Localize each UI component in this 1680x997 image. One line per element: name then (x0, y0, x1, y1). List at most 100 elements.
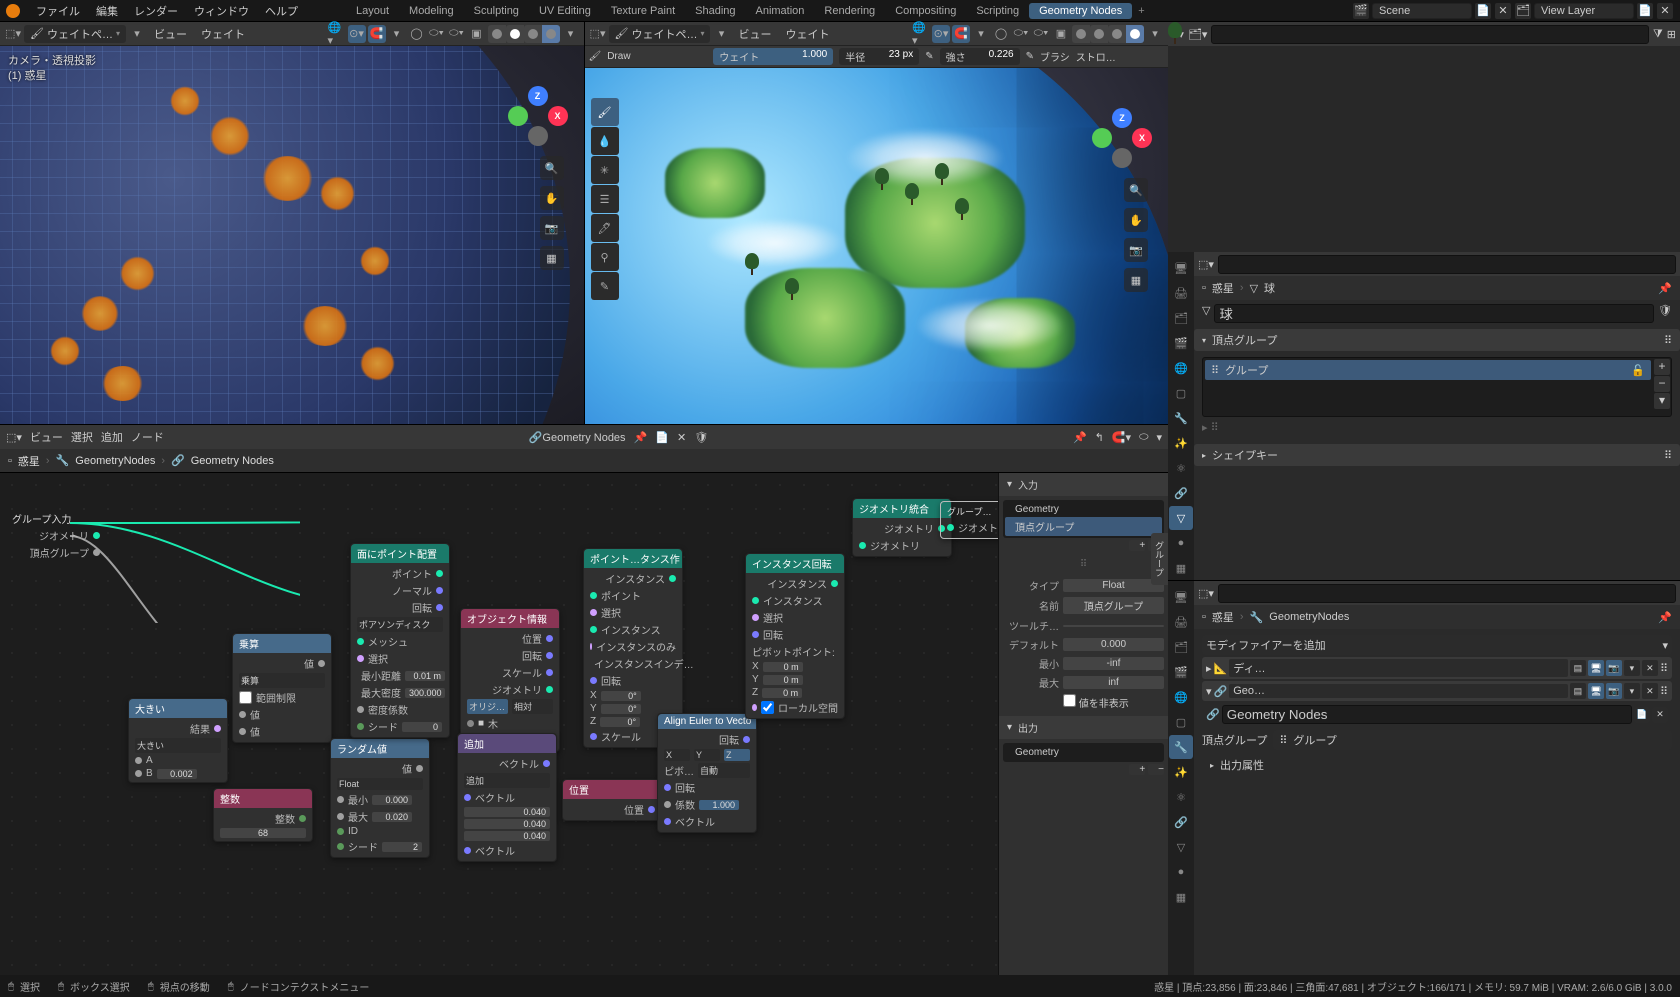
modifier-row[interactable]: ▾🔗 Geo… ▤ 🖥 📷 ▾✕⠿ (1202, 681, 1672, 701)
breadcrumb-group[interactable]: Geometry Nodes (191, 455, 274, 467)
mod-realtime-icon[interactable]: 🖥 (1588, 660, 1604, 676)
ne-pin-icon[interactable]: 📌 (1073, 431, 1087, 444)
fake-user-icon[interactable]: 🛡 (694, 431, 708, 444)
ne-menu-node[interactable]: ノード (131, 429, 164, 445)
pan-icon[interactable]: ✋ (1124, 208, 1148, 232)
snap-type-icon[interactable]: ▾ (388, 25, 406, 43)
outliner-scene-collection[interactable]: ▾ シーンコレクション (1168, 24, 1182, 44)
menu-file[interactable]: ファイル (28, 3, 88, 19)
mode-dropdown[interactable]: 🖌ウェイトペ…▾ (609, 25, 711, 43)
menu-window[interactable]: ウィンドウ (186, 3, 257, 19)
brush-preset[interactable]: 🖌 (589, 51, 602, 62)
viewlayer-delete-icon[interactable]: ✕ (1657, 3, 1673, 19)
workspace-tab[interactable]: Compositing (885, 3, 966, 19)
side-input-item[interactable]: Geometry (1005, 502, 1162, 517)
outliner-display-icon[interactable]: 🗂▾ (1188, 28, 1208, 41)
zoom-icon[interactable]: 🔍 (1124, 178, 1148, 202)
node-canvas[interactable]: グループ入力 ジオメトリ 頂点グループ 乗算 値 乗算 範囲制限 値 値 (0, 473, 1168, 975)
workspace-tab[interactable]: UV Editing (529, 3, 601, 19)
ne-menu-add[interactable]: 追加 (101, 429, 123, 445)
prop-tab-particles-icon[interactable]: ✨ (1169, 431, 1193, 455)
menu-help[interactable]: ヘルプ (257, 3, 306, 19)
prop-tab-physics-icon[interactable]: ⚛ (1169, 785, 1193, 809)
tooltip-field[interactable] (1063, 625, 1164, 627)
prop-tab-modifier-icon[interactable]: 🔧 (1169, 735, 1193, 759)
shading-rendered-icon[interactable] (1126, 25, 1144, 43)
viewlayer-name-field[interactable]: View Layer (1534, 3, 1634, 19)
shading-wireframe-icon[interactable] (488, 25, 506, 43)
prop-tab-world-icon[interactable]: 🌐 (1169, 685, 1193, 709)
type-dropdown[interactable]: Float (1063, 579, 1164, 592)
pin-icon[interactable]: 📌 (1658, 282, 1672, 295)
perspective-icon[interactable]: ▦ (540, 246, 564, 270)
prop-tab-render-icon[interactable]: 🖥 (1169, 256, 1193, 280)
workspace-tab-active[interactable]: Geometry Nodes (1029, 3, 1132, 19)
side-output-item[interactable]: Geometry (1005, 745, 1162, 760)
ne-menu-select[interactable]: 選択 (71, 429, 93, 445)
output-attr-header[interactable]: ▸出力属性 (1202, 754, 1672, 776)
pivot-icon[interactable]: ⊙▾ (932, 25, 950, 43)
proportional-icon[interactable]: ◯ (408, 25, 426, 43)
zoom-icon[interactable]: 🔍 (540, 156, 564, 180)
scene-icon[interactable]: 🎬 (1353, 3, 1369, 19)
nodegroup-new-icon[interactable]: 📄 (1634, 707, 1650, 723)
prop-tab-world-icon[interactable]: 🌐 (1169, 356, 1193, 380)
strength-pressure-icon[interactable]: ✎ (1026, 51, 1034, 62)
workspace-tab[interactable]: Animation (746, 3, 815, 19)
ne-overlay-opts-icon[interactable]: ▾ (1156, 431, 1162, 444)
shape-keys-header[interactable]: ▸シェイプキー⠿ (1194, 444, 1680, 466)
workspace-tab[interactable]: Rendering (814, 3, 885, 19)
ne-menu-view[interactable]: ビュー (30, 429, 63, 445)
min-field[interactable]: -inf (1063, 657, 1164, 670)
pivot-icon[interactable]: ⊙▾ (348, 25, 366, 43)
nav-gizmo[interactable]: Z X (1092, 108, 1152, 168)
viewlayer-new-icon[interactable]: 📄 (1637, 3, 1653, 19)
snap-type-icon[interactable]: ▾ (972, 25, 990, 43)
shading-wireframe-icon[interactable] (1072, 25, 1090, 43)
workspace-tab[interactable]: Modeling (399, 3, 464, 19)
axis-x-icon[interactable]: X (548, 106, 568, 126)
prop-tab-output-icon[interactable]: 🖨 (1169, 610, 1193, 634)
axis-x-icon[interactable]: X (1132, 128, 1152, 148)
outliner-new-coll-icon[interactable]: ⊞ (1667, 28, 1676, 41)
workspace-tab[interactable]: Shading (685, 3, 745, 19)
add-input-button[interactable]: + (1129, 540, 1145, 551)
breadcrumb-obj[interactable]: 惑星 (18, 453, 40, 469)
camera-view-icon[interactable]: 📷 (540, 216, 564, 240)
node-group-input[interactable]: グループ入力 ジオメトリ 頂点グループ (6, 508, 106, 563)
mode-dropdown[interactable]: 🖌ウェイトペ…▾ (24, 25, 126, 43)
editor-type-icon[interactable]: ⬚▾ (589, 25, 607, 43)
vp-menu-view[interactable]: ビュー (732, 26, 777, 42)
menu-edit[interactable]: 編集 (88, 3, 126, 19)
vgroup-menu-button[interactable]: ▾ (1654, 393, 1670, 409)
mod-delete-icon[interactable]: ✕ (1642, 683, 1658, 699)
gizmo-icon[interactable]: ⬭▾ (428, 25, 446, 43)
shading-matprev-icon[interactable] (1108, 25, 1126, 43)
node-random-value[interactable]: ランダム値 値 Float 最小0.000 最大0.020 ID シード2 (330, 738, 430, 858)
outliner-tree[interactable]: ▾ シーンコレクション ▾Collection👁📷▸Camera👁📷▸Light… (1168, 22, 1182, 44)
prop-tab-particles-icon[interactable]: ✨ (1169, 760, 1193, 784)
prop-tab-output-icon[interactable]: 🖨 (1169, 281, 1193, 305)
radius-pressure-icon[interactable]: ✎ (925, 51, 933, 62)
vertex-groups-header[interactable]: ▾頂点グループ⠿ (1194, 329, 1680, 351)
nodegroup-pin-icon[interactable]: 📌 (634, 431, 648, 444)
prop-tab-scene-icon[interactable]: 🎬 (1169, 331, 1193, 355)
lock-icon[interactable]: 🔓 (1631, 364, 1645, 377)
viewlayer-icon[interactable]: 🗂 (1515, 3, 1531, 19)
prop-tab-scene-icon[interactable]: 🎬 (1169, 660, 1193, 684)
brush-draw-icon[interactable]: 🖌 (591, 98, 619, 126)
hide-value-checkbox[interactable] (1063, 694, 1076, 707)
vp-menu-weight[interactable]: ウェイト (779, 26, 835, 42)
prop-tab-viewlayer-icon[interactable]: 🗂 (1169, 306, 1193, 330)
mod-render-icon[interactable]: 📷 (1606, 683, 1622, 699)
prop-tab-object-icon[interactable]: ▢ (1169, 710, 1193, 734)
menu-render[interactable]: レンダー (126, 3, 186, 19)
vgroup-add-button[interactable]: + (1654, 359, 1670, 375)
mod-delete-icon[interactable]: ✕ (1642, 660, 1658, 676)
name-field[interactable]: 頂点グループ (1063, 597, 1164, 614)
prop-tab-constraint-icon[interactable]: 🔗 (1169, 481, 1193, 505)
node-position[interactable]: 位置 位置 (562, 779, 662, 821)
proportional-icon[interactable]: ◯ (992, 25, 1010, 43)
axis-z-icon[interactable]: Z (1112, 108, 1132, 128)
prop-tab-object-icon[interactable]: ▢ (1169, 381, 1193, 405)
